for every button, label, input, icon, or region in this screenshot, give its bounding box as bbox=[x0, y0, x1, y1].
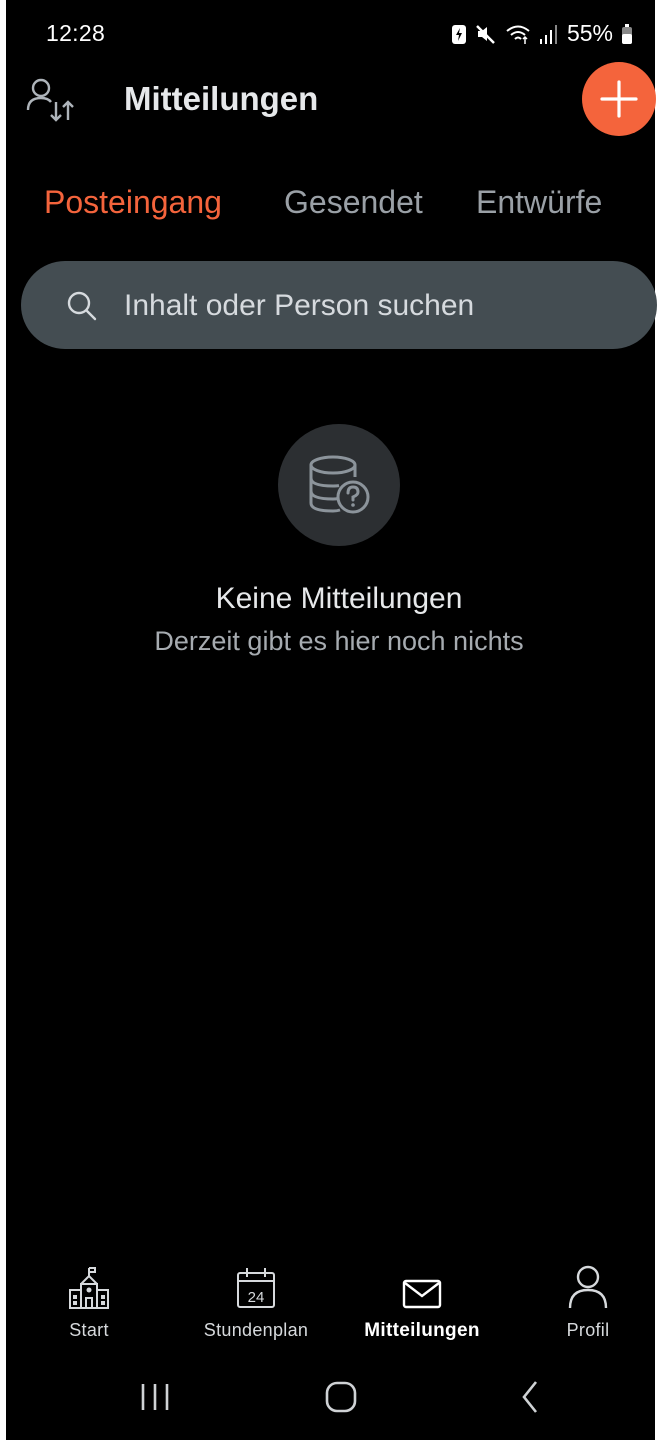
wifi-icon bbox=[505, 23, 531, 45]
person-icon bbox=[567, 1262, 609, 1310]
nav-start[interactable]: Start bbox=[14, 1262, 164, 1341]
empty-state-subtitle: Derzeit gibt es hier noch nichts bbox=[154, 626, 524, 656]
empty-state-title: Keine Mitteilungen bbox=[215, 582, 463, 615]
account-switch-icon[interactable] bbox=[26, 76, 78, 126]
nav-mitteilungen-label: Mitteilungen bbox=[364, 1320, 480, 1341]
nav-stundenplan[interactable]: 24 Stundenplan bbox=[181, 1262, 331, 1341]
tab-entwuerfe[interactable]: Entwürfe bbox=[476, 184, 602, 221]
frame-edge-right bbox=[655, 0, 661, 1440]
battery-saver-icon bbox=[451, 23, 467, 45]
back-icon[interactable] bbox=[514, 1376, 548, 1421]
plus-icon bbox=[600, 80, 638, 118]
battery-label: 55% bbox=[566, 20, 613, 46]
mute-icon bbox=[475, 23, 497, 45]
frame-edge-left bbox=[0, 0, 6, 1440]
nav-profil-label: Profil bbox=[566, 1320, 610, 1340]
recents-icon[interactable] bbox=[138, 1376, 172, 1421]
status-time: 12:28 bbox=[46, 20, 106, 46]
nav-start-label: Start bbox=[69, 1320, 109, 1340]
signal-icon bbox=[539, 23, 559, 45]
calendar-day: 24 bbox=[248, 1289, 265, 1306]
battery-icon bbox=[621, 23, 633, 45]
tab-gesendet[interactable]: Gesendet bbox=[284, 184, 423, 221]
page-title: Mitteilungen bbox=[124, 80, 319, 117]
calendar-icon: 24 bbox=[235, 1262, 277, 1310]
status-icons: 55% bbox=[451, 20, 633, 47]
empty-state-badge bbox=[278, 424, 400, 546]
home-icon[interactable] bbox=[324, 1376, 358, 1421]
nav-stundenplan-label: Stundenplan bbox=[203, 1320, 309, 1340]
search-input[interactable] bbox=[124, 284, 624, 328]
nav-profil[interactable]: Profil bbox=[513, 1262, 661, 1341]
nav-mitteilungen[interactable]: Mitteilungen bbox=[347, 1262, 497, 1342]
database-question-icon bbox=[309, 455, 370, 514]
new-message-button[interactable] bbox=[582, 62, 656, 136]
school-icon bbox=[68, 1262, 110, 1310]
tab-posteingang[interactable]: Posteingang bbox=[44, 184, 222, 221]
search-icon bbox=[66, 290, 98, 322]
mail-icon bbox=[402, 1262, 442, 1310]
